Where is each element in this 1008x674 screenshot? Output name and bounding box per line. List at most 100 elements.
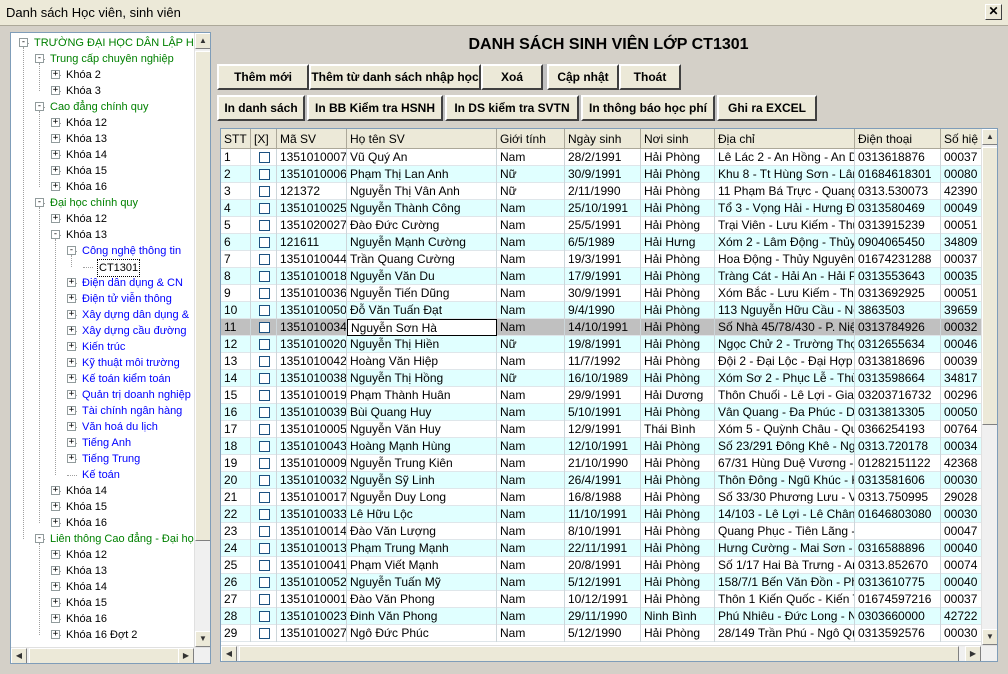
table-row[interactable]: 10 1351010050 Đỗ Văn Tuấn Đạt Nam 9/4/1990 Hả… bbox=[221, 302, 983, 319]
column-header[interactable]: [X] bbox=[251, 129, 277, 149]
expand-icon[interactable]: + bbox=[51, 582, 60, 591]
row-checkbox-cell[interactable] bbox=[251, 302, 277, 319]
tree-node[interactable]: Khóa 14 bbox=[65, 579, 108, 595]
in-thong-bao-hoc-phi-button[interactable]: In thông báo học phí bbox=[581, 95, 715, 121]
tree-node[interactable]: Liên thông Cao đẳng - Đại họ bbox=[49, 531, 195, 547]
row-checkbox[interactable] bbox=[259, 356, 270, 367]
table-row[interactable]: 19 1351010009 Nguyễn Trung Kiên Nam 21/10/19… bbox=[221, 455, 983, 472]
expand-icon[interactable]: + bbox=[67, 454, 76, 463]
tree-node[interactable]: Khóa 14 bbox=[65, 483, 108, 499]
table-row[interactable]: 25 1351010041 Phạm Viết Mạnh Nam 20/8/1991 Hả… bbox=[221, 557, 983, 574]
table-row[interactable]: 27 1351010001 Đào Văn Phong Nam 10/12/1991 Hả… bbox=[221, 591, 983, 608]
table-row[interactable]: 3 121372 Nguyễn Thị Vân Anh Nữ 2/11/1990 Hải … bbox=[221, 183, 983, 200]
tree-node[interactable]: Tiếng Anh bbox=[81, 435, 132, 451]
tree-node[interactable]: Khóa 16 Đợt 2 bbox=[65, 627, 138, 643]
row-checkbox-cell[interactable] bbox=[251, 591, 277, 608]
table-hscroll-thumb[interactable] bbox=[239, 646, 959, 661]
table-row[interactable]: 26 1351010052 Nguyễn Tuấn Mỹ Nam 5/12/1991 Hả… bbox=[221, 574, 983, 591]
collapse-icon[interactable]: - bbox=[19, 38, 28, 47]
cap-nhat-button[interactable]: Cập nhật bbox=[547, 64, 619, 90]
expand-icon[interactable]: + bbox=[51, 550, 60, 559]
tree-node[interactable]: Văn hoá du lịch bbox=[81, 419, 159, 435]
tree-node[interactable]: Kỹ thuật môi trường bbox=[81, 355, 181, 371]
table-row[interactable]: 7 1351010044 Trần Quang Cường Nam 19/3/1991 H… bbox=[221, 251, 983, 268]
row-checkbox-cell[interactable] bbox=[251, 404, 277, 421]
row-checkbox[interactable] bbox=[259, 458, 270, 469]
row-checkbox-cell[interactable] bbox=[251, 285, 277, 302]
table-row[interactable]: 11 1351010034 Nguyễn Sơn Hà Nam 14/10/1991 Hả… bbox=[221, 319, 983, 336]
row-checkbox[interactable] bbox=[259, 611, 270, 622]
tree-node[interactable]: Kiến trúc bbox=[81, 339, 126, 355]
row-checkbox[interactable] bbox=[259, 526, 270, 537]
table-row[interactable]: 2 1351010006 Phạm Thị Lan Anh Nữ 30/9/1991 Hả… bbox=[221, 166, 983, 183]
row-checkbox[interactable] bbox=[259, 577, 270, 588]
tree-node[interactable]: Khóa 12 bbox=[65, 115, 108, 131]
column-header[interactable]: Họ tên SV bbox=[347, 129, 497, 149]
row-checkbox[interactable] bbox=[259, 169, 270, 180]
expand-icon[interactable]: + bbox=[51, 118, 60, 127]
table-row[interactable]: 21 1351010017 Nguyễn Duy Long Nam 16/8/1988 H… bbox=[221, 489, 983, 506]
row-checkbox[interactable] bbox=[259, 424, 270, 435]
row-checkbox[interactable] bbox=[259, 475, 270, 486]
expand-icon[interactable]: + bbox=[67, 422, 76, 431]
row-checkbox-cell[interactable] bbox=[251, 557, 277, 574]
row-checkbox-cell[interactable] bbox=[251, 268, 277, 285]
tree-node[interactable]: Xây dựng dân dụng & bbox=[81, 307, 190, 323]
tree-node[interactable]: Tài chính ngân hàng bbox=[81, 403, 183, 419]
tree-scroll-thumb[interactable] bbox=[195, 51, 210, 541]
column-header[interactable]: Ngày sinh bbox=[565, 129, 641, 149]
row-checkbox[interactable] bbox=[259, 390, 270, 401]
expand-icon[interactable]: + bbox=[51, 486, 60, 495]
xoa-button[interactable]: Xoá bbox=[481, 64, 543, 90]
row-checkbox[interactable] bbox=[259, 560, 270, 571]
row-checkbox[interactable] bbox=[259, 220, 270, 231]
table-row[interactable]: 12 1351010020 Nguyễn Thị Hiền Nữ 19/8/1991 Hả… bbox=[221, 336, 983, 353]
table-row[interactable]: 8 1351010018 Nguyễn Văn Du Nam 17/9/1991 Hải … bbox=[221, 268, 983, 285]
tree-node[interactable]: Tiếng Trung bbox=[81, 451, 141, 467]
row-checkbox[interactable] bbox=[259, 339, 270, 350]
table-scroll-down-icon[interactable]: ▼ bbox=[982, 629, 997, 645]
expand-icon[interactable]: + bbox=[51, 166, 60, 175]
expand-icon[interactable]: + bbox=[51, 134, 60, 143]
tree-node[interactable]: CT1301 bbox=[97, 259, 141, 277]
row-checkbox[interactable] bbox=[259, 628, 270, 639]
row-checkbox-cell[interactable] bbox=[251, 625, 277, 642]
row-checkbox-cell[interactable] bbox=[251, 523, 277, 540]
them-tu-danh-sach-button[interactable]: Thêm từ danh sách nhập học bbox=[309, 64, 481, 90]
row-checkbox-cell[interactable] bbox=[251, 217, 277, 234]
expand-icon[interactable]: + bbox=[51, 182, 60, 191]
tree-node[interactable]: Đại học chính quy bbox=[49, 195, 139, 211]
row-checkbox[interactable] bbox=[259, 305, 270, 316]
row-checkbox-cell[interactable] bbox=[251, 166, 277, 183]
expand-icon[interactable]: + bbox=[67, 374, 76, 383]
expand-icon[interactable]: + bbox=[67, 278, 76, 287]
expand-icon[interactable]: + bbox=[51, 598, 60, 607]
them-moi-button[interactable]: Thêm mới bbox=[217, 64, 309, 90]
tree-node[interactable]: Kế toán bbox=[81, 467, 121, 483]
column-header[interactable]: Địa chỉ bbox=[715, 129, 855, 149]
row-checkbox[interactable] bbox=[259, 186, 270, 197]
tree-node[interactable]: Xây dựng cầu đường bbox=[81, 323, 188, 339]
row-checkbox-cell[interactable] bbox=[251, 387, 277, 404]
collapse-icon[interactable]: - bbox=[51, 230, 60, 239]
table-row[interactable]: 4 1351010025 Nguyễn Thành Công Nam 25/10/199… bbox=[221, 200, 983, 217]
row-checkbox-cell[interactable] bbox=[251, 438, 277, 455]
table-scroll-left-icon[interactable]: ◀ bbox=[221, 646, 237, 661]
table-row[interactable]: 1 1351010007 Vũ Quý An Nam 28/2/1991 Hải Phòn… bbox=[221, 149, 983, 166]
scroll-right-icon[interactable]: ▶ bbox=[178, 648, 194, 663]
table-row[interactable]: 14 1351010038 Nguyễn Thị Hồng Nữ 16/10/1989 H… bbox=[221, 370, 983, 387]
collapse-icon[interactable]: - bbox=[67, 246, 76, 255]
expand-icon[interactable]: + bbox=[51, 150, 60, 159]
table-cell[interactable]: Nguyễn Sơn Hà bbox=[347, 319, 497, 336]
tree-node[interactable]: Công nghệ thông tin bbox=[81, 243, 182, 259]
expand-icon[interactable]: + bbox=[51, 70, 60, 79]
row-checkbox[interactable] bbox=[259, 254, 270, 265]
tree-node[interactable]: Khóa 13 bbox=[65, 563, 108, 579]
tree-node[interactable]: Khóa 2 bbox=[65, 67, 102, 83]
tree-node[interactable]: Khóa 16 bbox=[65, 515, 108, 531]
collapse-icon[interactable]: - bbox=[35, 198, 44, 207]
table-row[interactable]: 18 1351010043 Hoàng Mạnh Hùng Nam 12/10/1991… bbox=[221, 438, 983, 455]
tree-node[interactable]: Khóa 12 bbox=[65, 211, 108, 227]
row-checkbox-cell[interactable] bbox=[251, 353, 277, 370]
expand-icon[interactable]: + bbox=[67, 326, 76, 335]
